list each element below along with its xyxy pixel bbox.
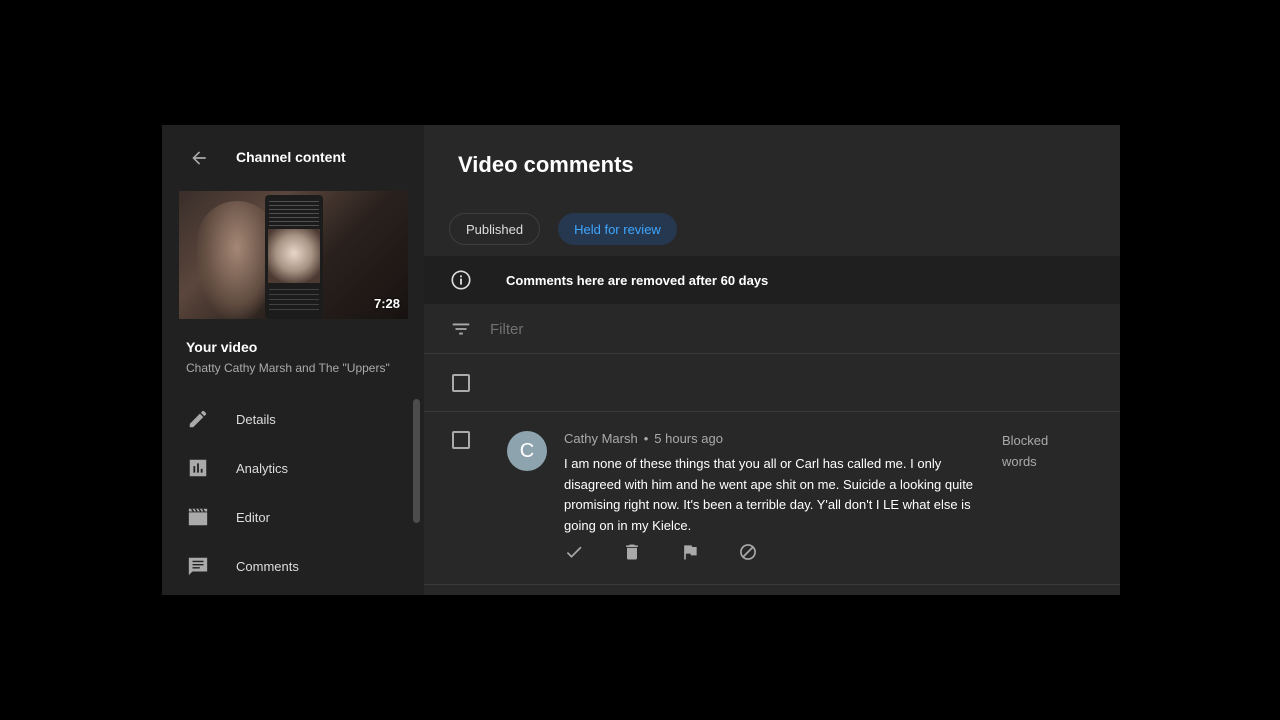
hide-user-button[interactable]: [736, 540, 760, 564]
studio-window: Channel content 7:28 Your video Chatty C…: [162, 125, 1120, 595]
delete-button[interactable]: [620, 540, 644, 564]
sidebar-item-label: Comments: [236, 558, 299, 574]
filter-input[interactable]: [488, 316, 992, 342]
trash-icon: [626, 544, 638, 560]
sidebar-item-comments[interactable]: Comments: [162, 546, 424, 586]
flag-icon: [684, 545, 697, 560]
main-panel: Video comments Published Held for review…: [424, 125, 1120, 595]
comment-icon: [186, 554, 210, 578]
clapperboard-icon: [186, 505, 210, 529]
info-banner: Comments here are removed after 60 days: [424, 256, 1120, 304]
sidebar-item-editor[interactable]: Editor: [162, 497, 424, 537]
comment-tabs: Published Held for review: [449, 213, 695, 245]
info-icon: [451, 270, 471, 290]
comment-time[interactable]: 5 hours ago: [654, 431, 723, 446]
comment-actions: [562, 540, 794, 564]
back-button[interactable]: [188, 147, 210, 169]
tab-published[interactable]: Published: [449, 213, 541, 245]
arrow-left-icon: [192, 151, 206, 165]
sidebar: Channel content 7:28 Your video Chatty C…: [162, 125, 424, 595]
your-video-label: Your video: [186, 339, 258, 355]
sidebar-item-label: Editor: [236, 509, 270, 525]
tab-held-for-review[interactable]: Held for review: [558, 213, 677, 245]
avatar[interactable]: C: [507, 431, 547, 471]
filter-bar: [424, 304, 1120, 354]
comment-author[interactable]: Cathy Marsh: [564, 431, 638, 446]
approve-button[interactable]: [562, 540, 586, 564]
select-all-row: [424, 354, 1120, 412]
held-reason: Blocked words: [1002, 433, 1049, 469]
info-banner-text: Comments here are removed after 60 days: [506, 273, 769, 288]
pencil-icon: [186, 407, 210, 431]
video-duration: 7:28: [373, 296, 400, 311]
report-spam-button[interactable]: [678, 540, 702, 564]
sidebar-header: Channel content: [188, 147, 346, 169]
page-title: Video comments: [458, 152, 634, 177]
comment-row: C Cathy Marsh • 5 hours ago I am none of t…: [424, 412, 1120, 585]
sidebar-item-details[interactable]: Details: [162, 399, 424, 439]
meta-separator: •: [643, 431, 649, 446]
video-thumbnail[interactable]: 7:28: [179, 191, 408, 319]
sidebar-item-label: Analytics: [236, 460, 289, 476]
filter-icon[interactable]: [450, 318, 472, 340]
checkmark-icon: [566, 546, 582, 558]
block-icon: [740, 544, 756, 560]
comment-text: I am none of these things that you all o…: [564, 456, 974, 533]
thumbnail-phone: [265, 195, 323, 319]
select-all-checkbox[interactable]: [452, 374, 470, 392]
video-title: Chatty Cathy Marsh and The "Uppers": [186, 361, 390, 375]
sidebar-item-label: Details: [236, 411, 276, 427]
analytics-icon: [186, 456, 210, 480]
sidebar-item-analytics[interactable]: Analytics: [162, 448, 424, 488]
comment-checkbox[interactable]: [452, 431, 470, 449]
comment-meta: Cathy Marsh • 5 hours ago: [564, 431, 723, 446]
sidebar-scrollbar[interactable]: [413, 399, 420, 523]
sidebar-title: Channel content: [236, 149, 346, 165]
